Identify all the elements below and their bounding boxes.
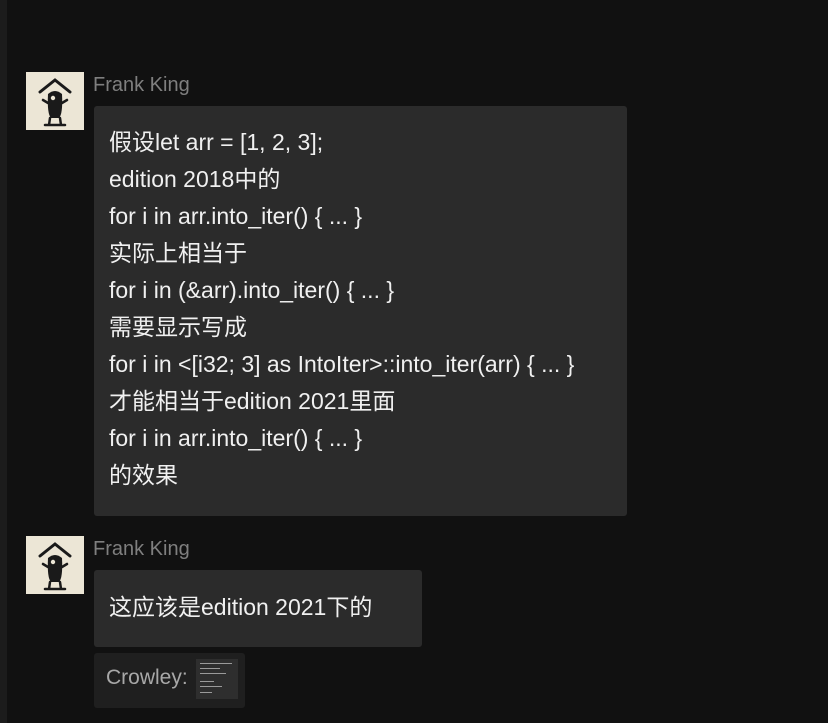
message-line: 假设let arr = [1, 2, 3]; — [109, 129, 324, 155]
message-line: 才能相当于edition 2021里面 — [109, 388, 396, 414]
message-line: 这应该是edition 2021下的 — [109, 594, 373, 620]
message-bubble[interactable]: 假设let arr = [1, 2, 3]; edition 2018中的 fo… — [94, 106, 627, 516]
chat-window: Frank King 假设let arr = [1, 2, 3]; editio… — [0, 0, 828, 723]
message-line: for i in arr.into_iter() { ... } — [109, 425, 363, 451]
message-line: for i in <[i32; 3] as IntoIter>::into_it… — [109, 351, 575, 377]
quoted-reply[interactable]: Crowley: — [94, 653, 245, 708]
sender-name: Frank King — [93, 74, 190, 96]
message-line: 需要显示写成 — [109, 314, 247, 340]
sidebar-edge — [0, 0, 7, 723]
message-line: edition 2018中的 — [109, 166, 281, 192]
message-line: for i in arr.into_iter() { ... } — [109, 203, 363, 229]
message-line: 的效果 — [109, 462, 178, 488]
message-line: 实际上相当于 — [109, 240, 247, 266]
figure-avatar-icon[interactable] — [26, 536, 84, 594]
message-bubble[interactable]: 这应该是edition 2021下的 — [94, 570, 422, 647]
quote-author: Crowley: — [106, 666, 188, 689]
message-line: for i in (&arr).into_iter() { ... } — [109, 277, 395, 303]
sender-name: Frank King — [93, 538, 190, 560]
figure-avatar-icon[interactable] — [26, 72, 84, 130]
screenshot-thumbnail-icon[interactable] — [196, 659, 238, 699]
